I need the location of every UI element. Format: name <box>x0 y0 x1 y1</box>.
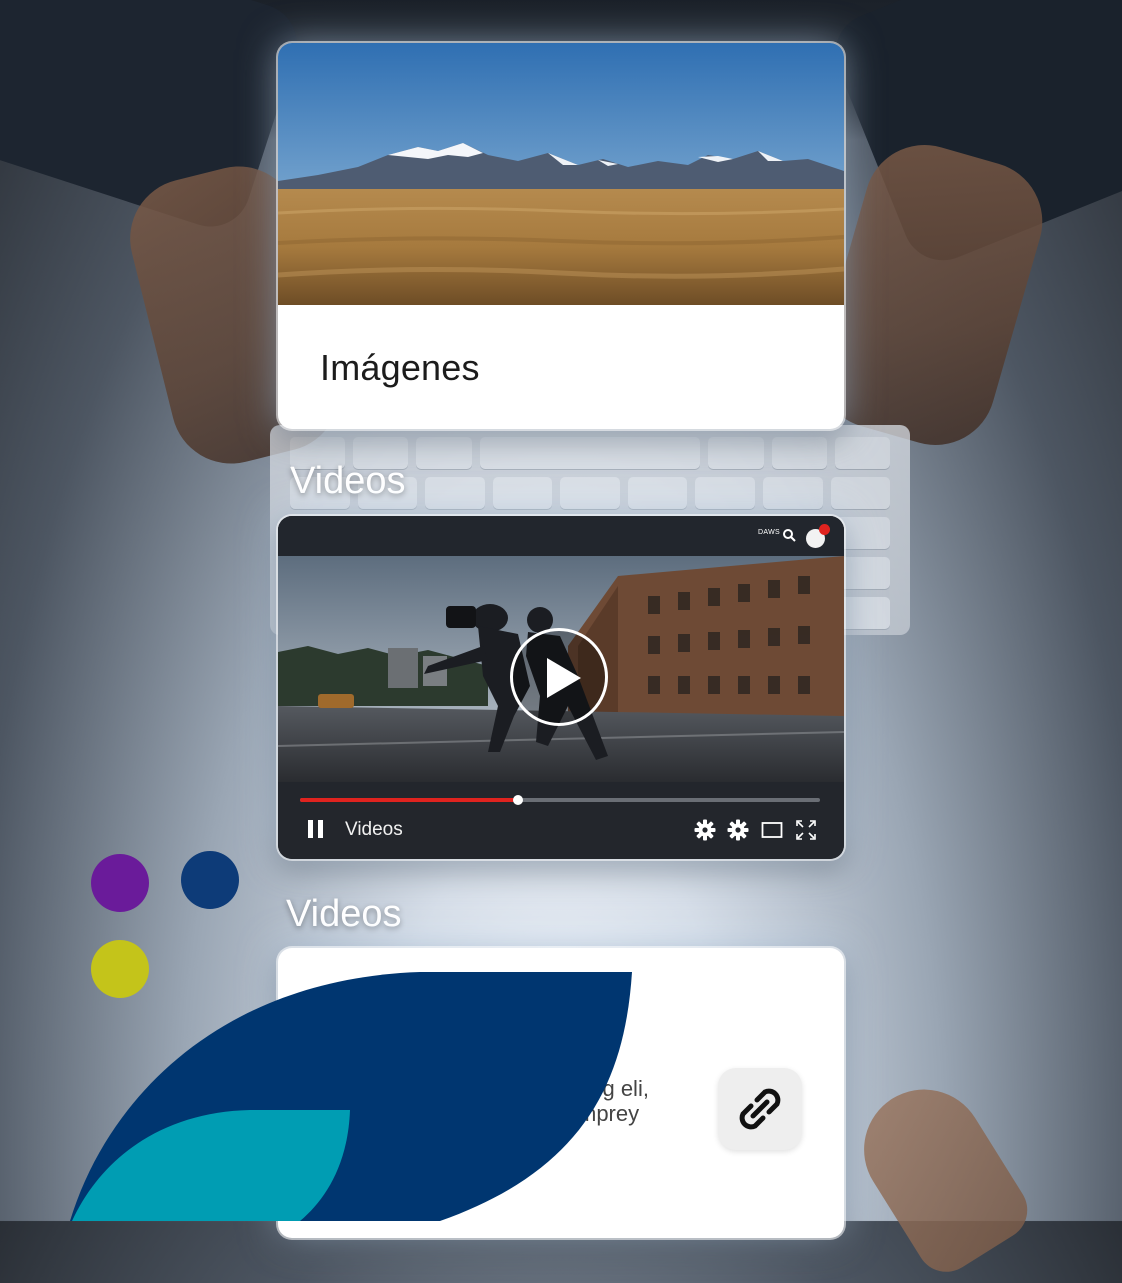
videos-section-heading: Videos <box>290 460 406 502</box>
progress-scrubber[interactable] <box>513 795 524 805</box>
second-videos-section-heading: Videos <box>286 893 402 935</box>
keyboard-key <box>830 477 891 509</box>
video-player[interactable]: DAWS Videos <box>278 516 844 859</box>
keyboard-key <box>560 477 620 509</box>
images-card-label: Imágenes <box>320 347 480 388</box>
keyboard-key <box>425 477 485 509</box>
keyboard-key <box>834 437 891 469</box>
keyboard-key <box>708 437 764 469</box>
player-title-label: Videos <box>345 819 403 840</box>
topbar-channel-text: DAWS <box>758 529 780 536</box>
progress-bar-fill <box>300 798 519 802</box>
search-icon[interactable] <box>782 528 796 542</box>
link-icon <box>739 1088 781 1130</box>
keyboard-key <box>771 437 827 469</box>
copy-link-button[interactable] <box>718 1068 802 1150</box>
brand-leaf-shape <box>70 972 632 1221</box>
keyboard-key <box>479 437 701 469</box>
images-card[interactable]: Imágenes <box>278 43 844 429</box>
landscape-photo <box>278 43 844 305</box>
notification-dot <box>819 524 830 535</box>
background-pointing-finger <box>841 1066 1039 1283</box>
fullscreen-icon[interactable] <box>795 819 817 841</box>
play-button[interactable] <box>510 628 608 726</box>
brand-leaf-teal <box>72 1110 350 1221</box>
progress-bar[interactable] <box>300 795 820 805</box>
keyboard-key <box>627 477 688 509</box>
pause-icon[interactable] <box>306 819 326 839</box>
player-top-bar: DAWS <box>278 516 844 556</box>
keyboard-key <box>492 477 553 509</box>
keyboard-key <box>762 477 823 509</box>
theater-mode-icon[interactable] <box>761 819 783 841</box>
player-controls-bar: Videos <box>278 782 844 859</box>
quality-gear-icon[interactable] <box>727 819 749 841</box>
brand-dot-purple <box>91 854 149 912</box>
keyboard-key <box>416 437 472 469</box>
play-icon <box>547 658 581 698</box>
gear-icon[interactable] <box>694 819 716 841</box>
brand-dot-blue <box>181 851 239 909</box>
keyboard-key <box>695 477 755 509</box>
